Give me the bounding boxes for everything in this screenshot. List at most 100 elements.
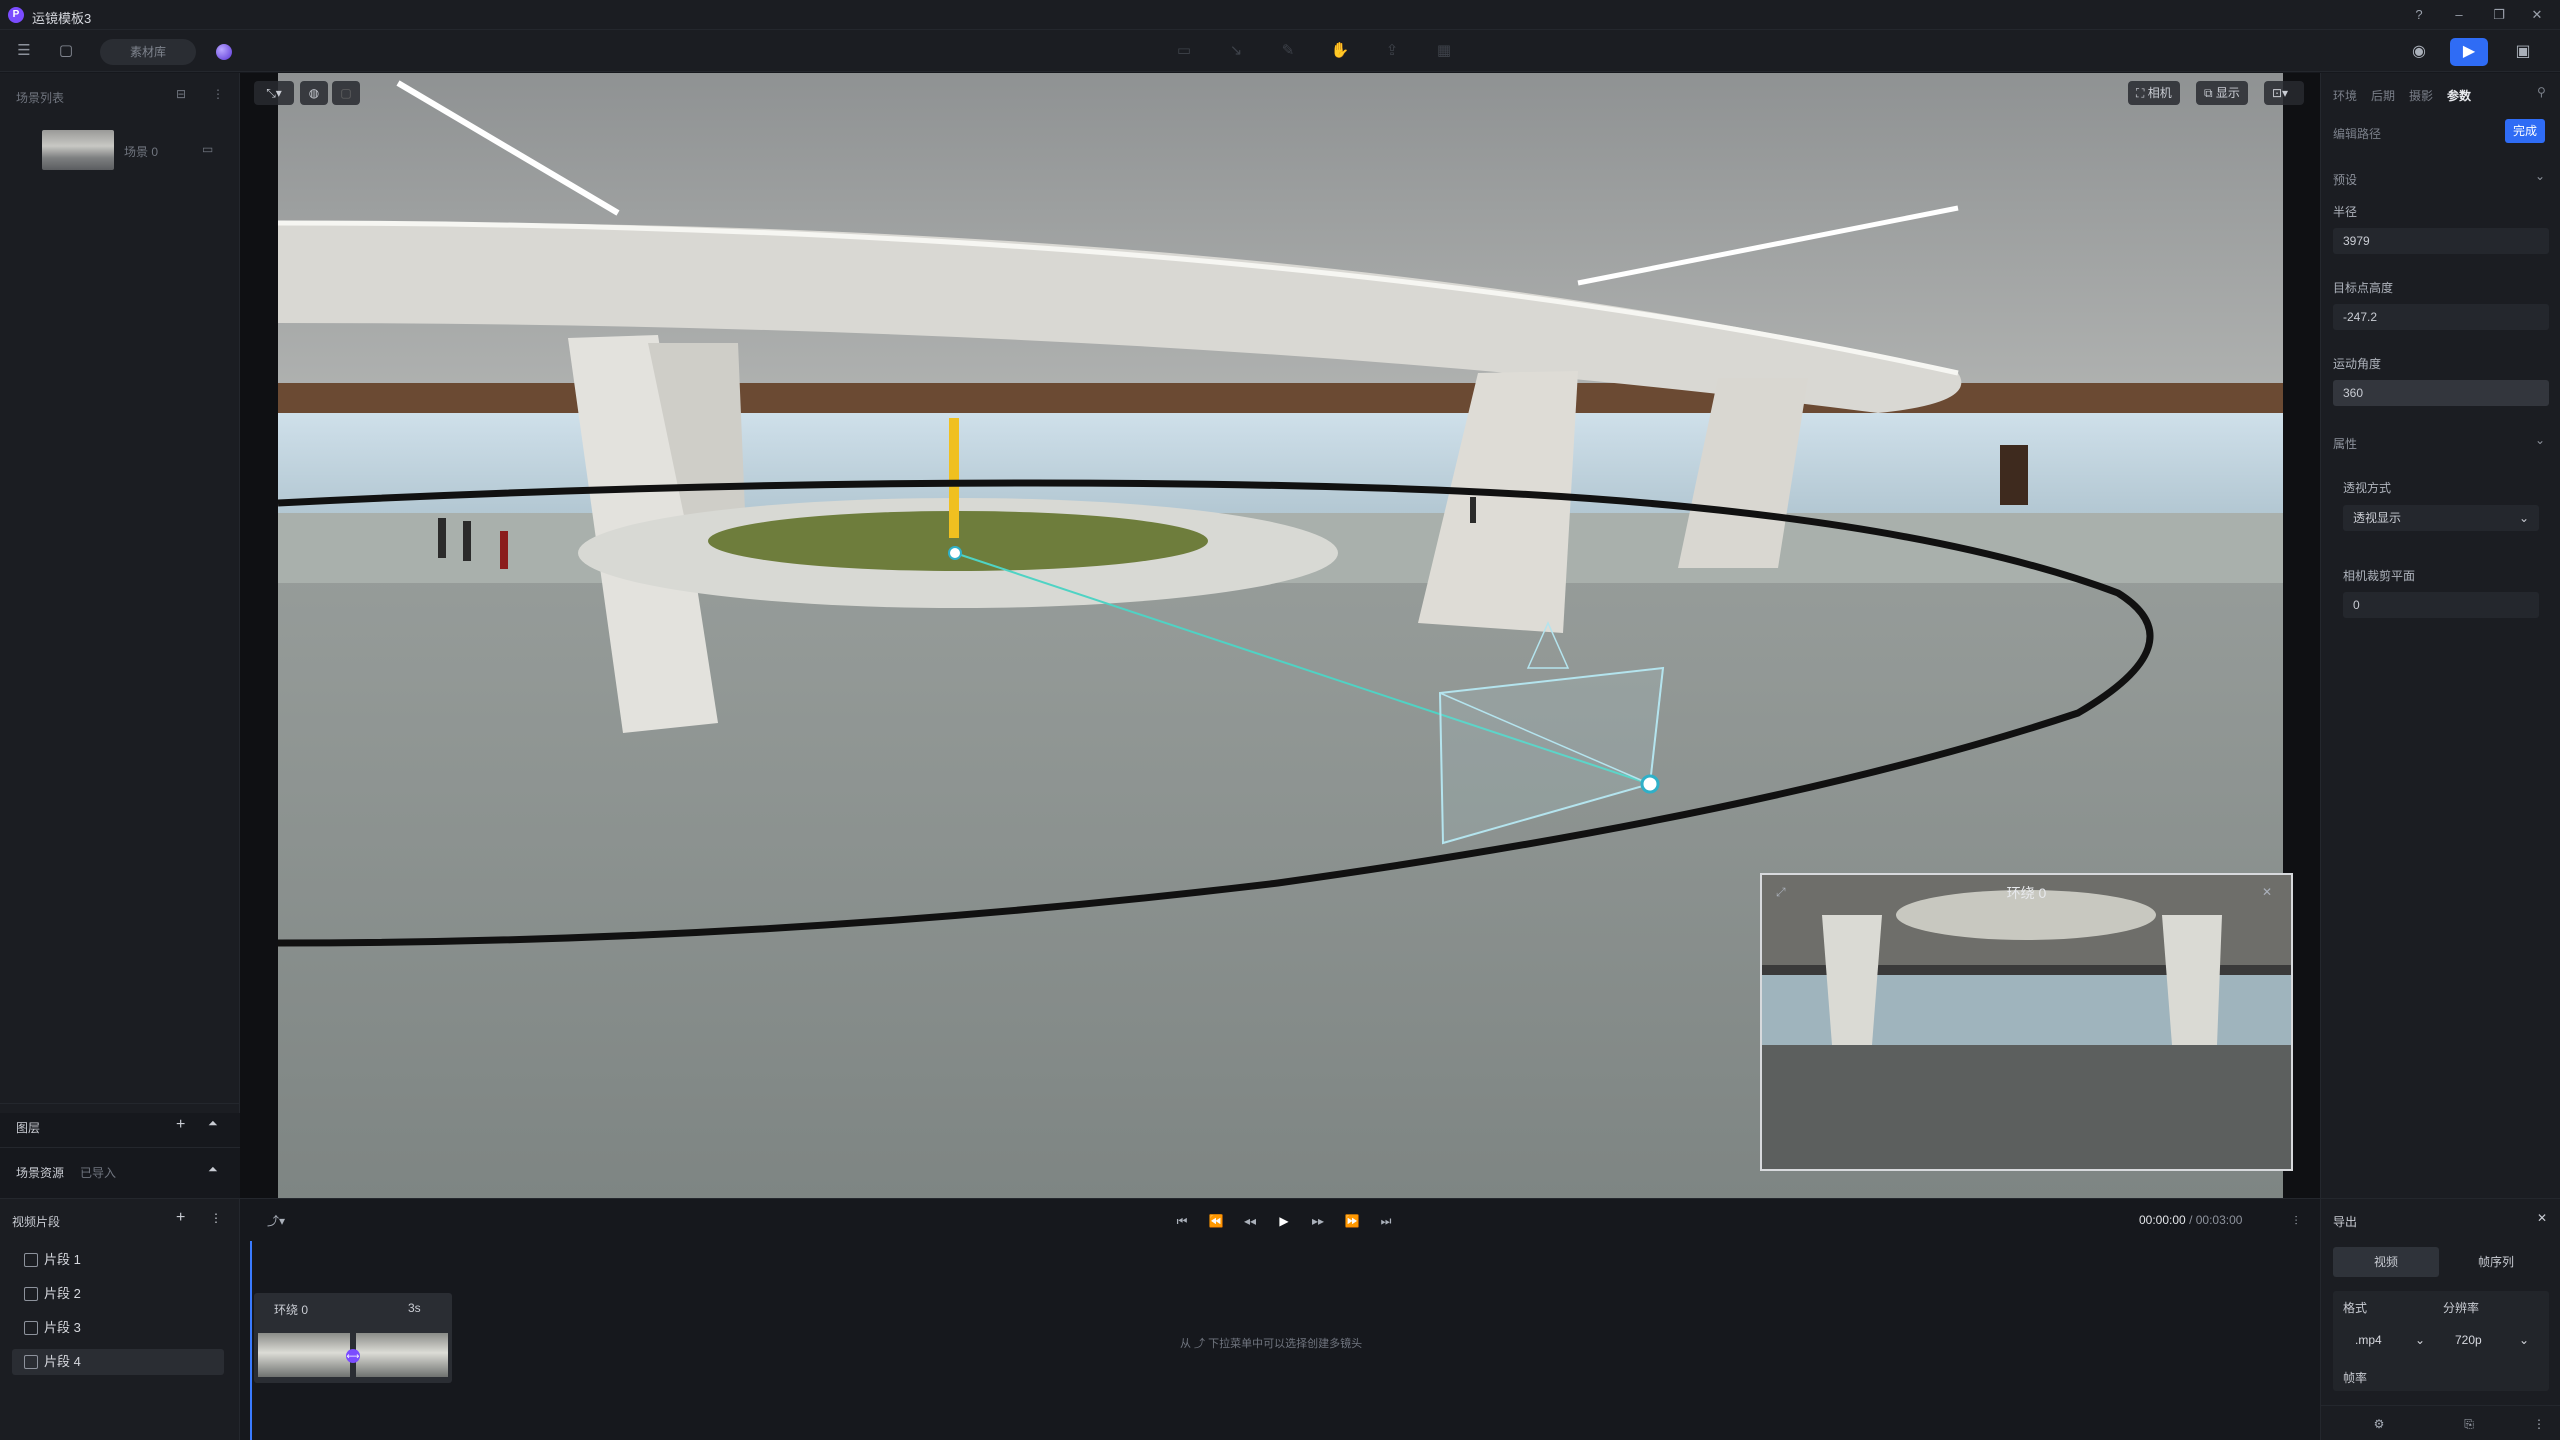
camera-view-button[interactable]: ⛶ 相机 bbox=[2128, 81, 2180, 105]
scene-list-title: 场景列表 bbox=[16, 91, 65, 105]
camera-view-icon: ⛶ bbox=[2136, 86, 2148, 100]
track-clip-duration: 3s bbox=[408, 1301, 421, 1315]
tab-video[interactable]: 视频 bbox=[2333, 1247, 2439, 1277]
skip-end-icon[interactable]: ⏭ bbox=[1374, 1209, 1398, 1233]
format-select[interactable]: .mp4 ⌄ bbox=[2343, 1327, 2435, 1353]
transform-gizmo-button[interactable]: ⤡▾ bbox=[254, 81, 294, 105]
export-settings: 格式 分辨率 .mp4 ⌄ 720p ⌄ 帧率 bbox=[2333, 1291, 2549, 1391]
preset-chevron-icon[interactable]: ⌄ bbox=[2535, 169, 2545, 183]
tab-params[interactable]: 参数 bbox=[2447, 87, 2471, 104]
clip-label: 片段 4 bbox=[44, 1354, 81, 1369]
record-video-button[interactable]: ▶ bbox=[2450, 38, 2488, 66]
hand-tool-icon[interactable]: ✋ bbox=[1328, 39, 1352, 63]
file-icon[interactable]: ▢ bbox=[54, 39, 78, 63]
rewind-icon[interactable]: ⏪ bbox=[1204, 1209, 1228, 1233]
screen-icon[interactable]: ▢ bbox=[332, 81, 360, 105]
grid-tool-icon[interactable]: ▦ bbox=[1432, 39, 1456, 63]
view-options-button[interactable]: ⊡▾ bbox=[2264, 81, 2304, 105]
preset-section[interactable]: 预设 bbox=[2333, 171, 2357, 188]
scene-list-more-icon[interactable]: ⋮ bbox=[212, 87, 224, 101]
export-file-icon[interactable]: ⎘ bbox=[2457, 1412, 2481, 1436]
fast-forward-icon[interactable]: ⏩ bbox=[1340, 1209, 1364, 1233]
asset-library-button[interactable]: 素材库 bbox=[100, 39, 196, 65]
display-button[interactable]: ⧉ 显示 bbox=[2196, 81, 2248, 105]
list-item[interactable]: 片段 4 bbox=[12, 1349, 224, 1375]
list-item[interactable]: 片段 1 bbox=[12, 1247, 224, 1273]
tab-post[interactable]: 后期 bbox=[2371, 87, 2395, 104]
camera-mode-dropdown[interactable]: ⤴▾ bbox=[258, 1209, 294, 1233]
settings-icon[interactable]: ⚙ bbox=[2367, 1412, 2391, 1436]
chevron-down-icon: ⌄ bbox=[2415, 1333, 2426, 1347]
add-layer-icon[interactable]: + bbox=[176, 1116, 185, 1134]
export-tool-icon[interactable]: ⇪ bbox=[1380, 39, 1404, 63]
done-button[interactable]: 完成 bbox=[2505, 119, 2545, 143]
properties-panel: 环境 后期 摄影 参数 ⚲ 编辑路径 完成 预设 ⌄ 半径 3979 目标点高度… bbox=[2320, 73, 2560, 1198]
skip-start-icon[interactable]: ⏮ bbox=[1170, 1209, 1194, 1233]
inbox-button[interactable]: ▣ bbox=[2504, 38, 2542, 66]
tab-camera[interactable]: 摄影 bbox=[2409, 87, 2433, 104]
draw-tool-icon[interactable]: ✎ bbox=[1276, 39, 1300, 63]
transition-icon[interactable]: ⟷ bbox=[346, 1349, 360, 1363]
avatar[interactable] bbox=[216, 44, 232, 60]
step-forward-icon[interactable]: ▸▸ bbox=[1306, 1209, 1330, 1233]
globe-icon[interactable]: ◍ bbox=[300, 81, 328, 105]
menu-icon[interactable]: ☰ bbox=[12, 39, 36, 63]
expand-icon[interactable]: ⤢ bbox=[1776, 885, 1786, 900]
clip-icon bbox=[24, 1355, 38, 1369]
target-height-label: 目标点高度 bbox=[2333, 281, 2394, 295]
camera-preview-title: 环绕 0 bbox=[2006, 885, 2047, 901]
near-clip-input[interactable]: 0 bbox=[2343, 592, 2539, 618]
minimize-button[interactable]: – bbox=[2450, 6, 2468, 24]
format-select-value: .mp4 bbox=[2355, 1333, 2382, 1347]
radius-input[interactable]: 3979 bbox=[2333, 228, 2549, 254]
collapse-layers-icon[interactable]: ⏶ bbox=[208, 1116, 218, 1131]
play-button[interactable]: ▶ bbox=[1272, 1209, 1296, 1233]
video-clips-title: 视频片段 bbox=[12, 1215, 61, 1229]
tab-frames[interactable]: 帧序列 bbox=[2443, 1247, 2549, 1277]
scene-visibility-icon[interactable]: ▭ bbox=[202, 142, 213, 156]
add-clip-icon[interactable]: + bbox=[176, 1209, 185, 1227]
scene-item[interactable]: 场景 0 ▭ bbox=[0, 125, 240, 175]
close-export-icon[interactable]: ✕ bbox=[2537, 1211, 2547, 1225]
camera-view-label: 相机 bbox=[2147, 86, 2172, 100]
collapse-assets-icon[interactable]: ⏶ bbox=[208, 1162, 218, 1177]
select-tool-icon[interactable]: ▭ bbox=[1172, 39, 1196, 63]
list-item[interactable]: 片段 3 bbox=[12, 1315, 224, 1341]
scene-list-add-icon[interactable]: ⊟ bbox=[176, 87, 186, 101]
main-toolbar: ☰ ▢ 素材库 ▭ ↘ ✎ ✋ ⇪ ▦ ◉ ▶ ▣ bbox=[0, 30, 2560, 72]
track-clip[interactable]: 环绕 0 3s ⟷ bbox=[254, 1293, 452, 1383]
pin-icon[interactable]: ⚲ bbox=[2537, 85, 2546, 99]
chevron-down-icon: ⌄ bbox=[2519, 511, 2530, 525]
resolution-select-value: 720p bbox=[2455, 1333, 2482, 1347]
motion-angle-label: 运动角度 bbox=[2333, 357, 2382, 371]
maximize-button[interactable]: ❐ bbox=[2490, 6, 2508, 24]
playhead[interactable] bbox=[250, 1241, 252, 1440]
perspective-select[interactable]: 透视显示 ⌄ bbox=[2343, 505, 2539, 531]
clip-more-icon[interactable]: ⋮ bbox=[210, 1211, 222, 1225]
layers-row[interactable]: 图层 + ⏶ bbox=[0, 1103, 240, 1147]
camera-preview[interactable]: 环绕 0 ⤢ ✕ bbox=[1760, 873, 2293, 1171]
clip-thumbnail bbox=[356, 1333, 448, 1377]
zoom-fit-icon[interactable]: ⫶ bbox=[2284, 1209, 2308, 1233]
help-icon[interactable]: ? bbox=[2410, 6, 2428, 24]
attributes-chevron-icon[interactable]: ⌄ bbox=[2535, 433, 2545, 447]
3d-viewport[interactable]: ⤡▾ ◍ ▢ ⛶ 相机 ⧉ 显示 ⊡▾ 环绕 0 ⤢ ✕ bbox=[240, 73, 2320, 1198]
tab-imported[interactable]: 已导入 bbox=[80, 1164, 116, 1181]
tab-environment[interactable]: 环境 bbox=[2333, 87, 2357, 104]
path-tool-icon[interactable]: ↘ bbox=[1224, 39, 1248, 63]
timeline[interactable]: ⤴▾ ⏮ ⏪ ◂◂ ▶ ▸▸ ⏩ ⏭ 00:00:00 / 00:03:00 ⫶… bbox=[240, 1198, 2320, 1440]
close-preview-icon[interactable]: ✕ bbox=[2262, 885, 2272, 899]
edit-path-label: 编辑路径 bbox=[2333, 127, 2382, 141]
motion-angle-input[interactable]: 360 bbox=[2333, 380, 2549, 406]
screenshot-button[interactable]: ◉ bbox=[2400, 38, 2438, 66]
tab-scene-assets[interactable]: 场景资源 bbox=[16, 1164, 64, 1181]
more-icon[interactable]: ⋮ bbox=[2527, 1412, 2551, 1436]
resolution-select[interactable]: 720p ⌄ bbox=[2443, 1327, 2539, 1353]
close-window-button[interactable]: ✕ bbox=[2528, 6, 2546, 24]
attributes-section[interactable]: 属性 bbox=[2333, 435, 2357, 452]
target-height-input[interactable]: -247.2 bbox=[2333, 304, 2549, 330]
perspective-select-value: 透视显示 bbox=[2353, 511, 2402, 525]
step-back-icon[interactable]: ◂◂ bbox=[1238, 1209, 1262, 1233]
asset-library-label: 素材库 bbox=[129, 45, 166, 59]
list-item[interactable]: 片段 2 bbox=[12, 1281, 224, 1307]
